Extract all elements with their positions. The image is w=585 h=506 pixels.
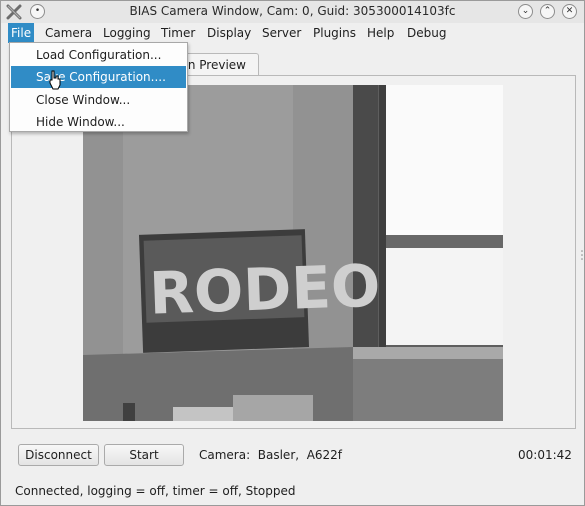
menu-item-save-configuration[interactable]: Save Configuration.... bbox=[11, 66, 186, 88]
file-menu-dropdown: Load Configuration... Save Configuration… bbox=[9, 42, 188, 132]
menu-bar: File Camera Logging Timer Display Server… bbox=[1, 23, 584, 43]
minimize-button[interactable]: ⌄ bbox=[518, 4, 533, 19]
close-button[interactable]: ✕ bbox=[562, 4, 577, 19]
camera-info-label: Camera: Basler, A622f bbox=[199, 448, 343, 462]
camera-frame-graphic: RODEO bbox=[83, 85, 503, 421]
elapsed-time-label: 00:01:42 bbox=[518, 448, 572, 462]
menu-item-hide-window[interactable]: Hide Window... bbox=[11, 111, 186, 133]
minimize-icon: ⌄ bbox=[521, 6, 530, 16]
menu-display[interactable]: Display bbox=[204, 23, 254, 43]
maximize-button[interactable]: ⌃ bbox=[540, 4, 555, 19]
status-bar-text: Connected, logging = off, timer = off, S… bbox=[15, 484, 296, 498]
menu-debug[interactable]: Debug bbox=[404, 23, 449, 43]
menu-server[interactable]: Server bbox=[259, 23, 304, 43]
menu-timer[interactable]: Timer bbox=[158, 23, 198, 43]
menu-file[interactable]: File bbox=[8, 23, 35, 43]
menu-help[interactable]: Help bbox=[364, 23, 397, 43]
menu-item-load-configuration[interactable]: Load Configuration... bbox=[11, 44, 186, 66]
maximize-icon: ⌃ bbox=[543, 6, 552, 16]
resize-handle[interactable] bbox=[581, 249, 583, 260]
sign-text: RODEO bbox=[148, 252, 381, 328]
camera-preview-image: RODEO bbox=[83, 85, 503, 421]
title-bar[interactable]: • BIAS Camera Window, Cam: 0, Guid: 3053… bbox=[1, 1, 584, 24]
menu-plugins[interactable]: Plugins bbox=[310, 23, 359, 43]
hand-cursor-icon bbox=[49, 70, 61, 90]
menu-camera[interactable]: Camera bbox=[42, 23, 95, 43]
disconnect-button[interactable]: Disconnect bbox=[18, 444, 99, 466]
start-button[interactable]: Start bbox=[104, 444, 184, 466]
menu-item-close-window[interactable]: Close Window... bbox=[11, 89, 186, 111]
menu-logging[interactable]: Logging bbox=[100, 23, 154, 43]
window-title: BIAS Camera Window, Cam: 0, Guid: 305300… bbox=[129, 4, 456, 18]
close-icon: ✕ bbox=[565, 6, 574, 16]
app-window: • BIAS Camera Window, Cam: 0, Guid: 3053… bbox=[0, 0, 585, 506]
